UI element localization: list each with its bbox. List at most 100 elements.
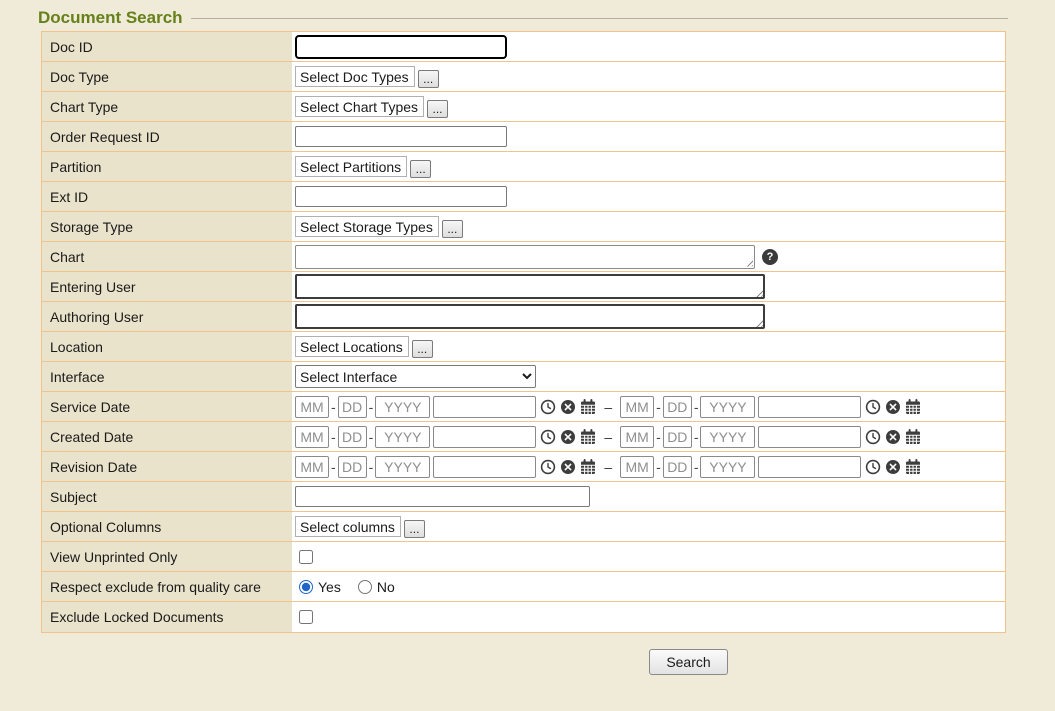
revision-date-to-time-input[interactable]: [758, 456, 861, 478]
revision-date-from-year-input[interactable]: [375, 456, 430, 478]
chart-type-picker-button[interactable]: ...: [427, 100, 448, 118]
created-date-from-time-input[interactable]: [433, 426, 536, 448]
subject-label: Subject: [42, 482, 292, 511]
storage-type-label: Storage Type: [42, 212, 292, 241]
location-picker-value: Select Locations: [295, 336, 409, 357]
created-date-to-month-input[interactable]: [620, 426, 654, 448]
order-request-id-input[interactable]: [295, 126, 507, 147]
clock-icon[interactable]: [864, 428, 881, 445]
clock-icon[interactable]: [539, 428, 556, 445]
quality-care-no-label: No: [377, 579, 395, 595]
row-subject: Subject: [42, 482, 1005, 512]
service-date-to-time-input[interactable]: [758, 396, 861, 418]
clock-icon[interactable]: [864, 458, 881, 475]
optional-columns-picker-button[interactable]: ...: [404, 520, 425, 538]
clock-icon[interactable]: [539, 458, 556, 475]
service-date-to-month-input[interactable]: [620, 396, 654, 418]
clear-icon[interactable]: [884, 428, 901, 445]
row-storage-type: Storage Type Select Storage Types ...: [42, 212, 1005, 242]
exclude-locked-field: [292, 608, 1005, 626]
help-icon[interactable]: ?: [762, 249, 778, 265]
ext-id-field: [292, 184, 1005, 209]
exclude-locked-checkbox[interactable]: [299, 610, 313, 624]
subject-input[interactable]: [295, 486, 590, 507]
service-date-to-day-input[interactable]: [663, 396, 692, 418]
ext-id-input[interactable]: [295, 186, 507, 207]
row-ext-id: Ext ID: [42, 182, 1005, 212]
created-date-from-year-input[interactable]: [375, 426, 430, 448]
created-date-from-day-input[interactable]: [338, 426, 367, 448]
quality-care-yes-radio[interactable]: [299, 580, 313, 594]
view-unprinted-only-label: View Unprinted Only: [42, 542, 292, 571]
date-separator: -: [331, 399, 336, 415]
date-separator: -: [694, 429, 699, 445]
view-unprinted-only-field: [292, 548, 1005, 566]
quality-care-label: Respect exclude from quality care: [42, 572, 292, 601]
calendar-icon[interactable]: [904, 428, 921, 445]
doc-type-picker-button[interactable]: ...: [418, 70, 439, 88]
created-date-to-time-input[interactable]: [758, 426, 861, 448]
authoring-user-input[interactable]: [295, 304, 765, 329]
clear-icon[interactable]: [559, 398, 576, 415]
service-date-from-year-input[interactable]: [375, 396, 430, 418]
revision-date-to-month-input[interactable]: [620, 456, 654, 478]
row-doc-type: Doc Type Select Doc Types ...: [42, 62, 1005, 92]
clear-icon[interactable]: [559, 428, 576, 445]
revision-date-to-day-input[interactable]: [663, 456, 692, 478]
partition-picker-button[interactable]: ...: [410, 160, 431, 178]
chart-type-picker-value: Select Chart Types: [295, 96, 424, 117]
calendar-icon[interactable]: [904, 398, 921, 415]
authoring-user-field: [292, 302, 1005, 331]
clear-icon[interactable]: [884, 458, 901, 475]
date-separator: -: [331, 459, 336, 475]
row-authoring-user: Authoring User: [42, 302, 1005, 332]
chart-field: ?: [292, 243, 1005, 271]
entering-user-input[interactable]: [295, 274, 765, 299]
interface-select[interactable]: Select Interface: [295, 365, 536, 388]
location-field: Select Locations ...: [292, 333, 1005, 360]
service-date-from-time-input[interactable]: [433, 396, 536, 418]
location-picker-button[interactable]: ...: [412, 340, 433, 358]
clear-icon[interactable]: [559, 458, 576, 475]
revision-date-field: - - – - -: [292, 454, 1005, 480]
clock-icon[interactable]: [539, 398, 556, 415]
partition-picker-value: Select Partitions: [295, 156, 407, 177]
date-separator: -: [656, 399, 661, 415]
revision-date-from-time-input[interactable]: [433, 456, 536, 478]
optional-columns-field: Select columns ...: [292, 513, 1005, 540]
service-date-to-year-input[interactable]: [700, 396, 755, 418]
calendar-icon[interactable]: [904, 458, 921, 475]
chart-input[interactable]: [295, 245, 755, 269]
service-date-from-month-input[interactable]: [295, 396, 329, 418]
row-order-request-id: Order Request ID: [42, 122, 1005, 152]
clock-icon[interactable]: [864, 398, 881, 415]
calendar-icon[interactable]: [579, 428, 596, 445]
view-unprinted-only-checkbox[interactable]: [299, 550, 313, 564]
search-button[interactable]: Search: [649, 649, 727, 675]
service-date-label: Service Date: [42, 392, 292, 421]
quality-care-no-radio[interactable]: [358, 580, 372, 594]
partition-label: Partition: [42, 152, 292, 181]
doc-id-input[interactable]: [295, 35, 507, 59]
clear-icon[interactable]: [884, 398, 901, 415]
revision-date-to-year-input[interactable]: [700, 456, 755, 478]
created-date-to-year-input[interactable]: [700, 426, 755, 448]
created-date-from-month-input[interactable]: [295, 426, 329, 448]
date-separator: -: [694, 399, 699, 415]
service-date-from-day-input[interactable]: [338, 396, 367, 418]
chart-label: Chart: [42, 242, 292, 271]
row-entering-user: Entering User: [42, 272, 1005, 302]
quality-care-field: Yes No: [292, 577, 1005, 597]
row-doc-id: Doc ID: [42, 32, 1005, 62]
document-search-page: Document Search Doc ID Doc Type Select D…: [0, 0, 1055, 675]
storage-type-picker-button[interactable]: ...: [442, 220, 463, 238]
doc-type-field: Select Doc Types ...: [292, 63, 1005, 90]
calendar-icon[interactable]: [579, 398, 596, 415]
calendar-icon[interactable]: [579, 458, 596, 475]
row-created-date: Created Date - - – - -: [42, 422, 1005, 452]
storage-type-field: Select Storage Types ...: [292, 213, 1005, 240]
created-date-to-day-input[interactable]: [663, 426, 692, 448]
revision-date-from-day-input[interactable]: [338, 456, 367, 478]
revision-date-from-month-input[interactable]: [295, 456, 329, 478]
date-separator: -: [694, 459, 699, 475]
